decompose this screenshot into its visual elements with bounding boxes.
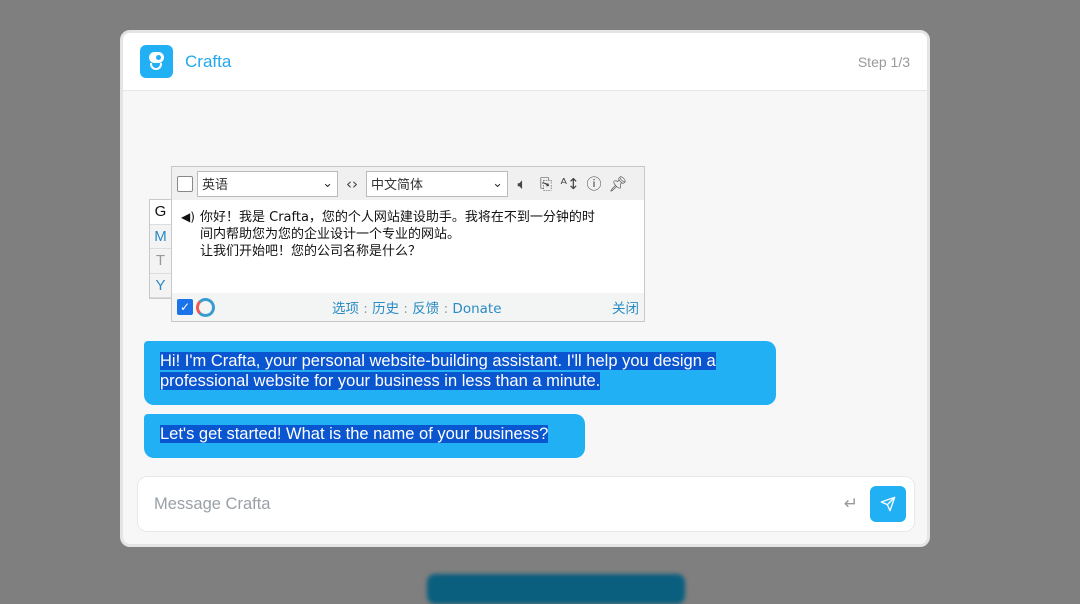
translator-logo-icon (196, 297, 215, 317)
chat-modal: Crafta Step 1/3 G M T Y 英语 ⌄ ‹› 中文简体 ⌄ 🔈︎ … (120, 30, 930, 547)
source-language-select[interactable]: 英语 ⌄ (197, 170, 338, 197)
assistant-message: Hi! I'm Crafta, your personal website-bu… (144, 341, 776, 405)
tab-google[interactable]: G (150, 200, 171, 225)
font-size-icon[interactable]: ᴬ↕ (560, 175, 580, 193)
step-indicator: Step 1/3 (857, 53, 910, 70)
translator-toolbar: 英语 ⌄ ‹› 中文简体 ⌄ 🔈︎ ⎘ ᴬ↕ ⓘ 📌︎ (172, 167, 644, 200)
speaker-icon[interactable]: 🔈︎ (512, 175, 532, 193)
assistant-message: Let's get started! What is the name of y… (144, 414, 585, 458)
composer: ↵ (137, 476, 915, 532)
help-icon[interactable]: ⓘ (584, 173, 604, 194)
translator-footer: ✓ 选项 : 历史 : 反馈 : Donate 关闭 (172, 293, 644, 321)
crafta-logo-icon (140, 45, 173, 78)
feedback-link[interactable]: 反馈 (412, 301, 439, 317)
send-icon (880, 496, 896, 512)
donate-link[interactable]: Donate (452, 301, 501, 317)
target-language-select[interactable]: 中文简体 ⌄ (366, 170, 508, 197)
message-input[interactable] (154, 494, 844, 514)
enter-key-icon: ↵ (843, 494, 858, 513)
tab-microsoft[interactable]: M (150, 225, 171, 249)
detect-checkbox[interactable] (177, 175, 193, 192)
tab-yandex[interactable]: Y (150, 274, 171, 298)
translator-engine-tabs: G M T Y (149, 199, 172, 299)
swap-languages-icon[interactable]: ‹› (342, 175, 362, 193)
speaker-icon[interactable]: ◀) (181, 209, 195, 226)
copy-icon[interactable]: ⎘ (536, 175, 556, 193)
chevron-down-icon: ⌄ (492, 176, 503, 191)
enable-checkbox[interactable]: ✓ (177, 299, 193, 315)
brand-name: Crafta (185, 51, 232, 71)
history-link[interactable]: 历史 (372, 301, 399, 317)
options-link[interactable]: 选项 (332, 301, 359, 317)
background-button (427, 574, 685, 604)
translator-popup: 英语 ⌄ ‹› 中文简体 ⌄ 🔈︎ ⎘ ᴬ↕ ⓘ 📌︎ ◀) 你好！我是 Craft… (171, 166, 645, 322)
pin-icon[interactable]: 📌︎ (608, 175, 628, 193)
chevron-down-icon: ⌄ (322, 176, 333, 191)
close-link[interactable]: 关闭 (612, 297, 639, 317)
translation-text: ◀) 你好！我是 Crafta，您的个人网站建设助手。我将在不到一分钟的时 间内… (181, 209, 595, 259)
tab-t[interactable]: T (150, 249, 171, 274)
send-button[interactable] (870, 486, 906, 522)
header: Crafta Step 1/3 (123, 33, 927, 91)
